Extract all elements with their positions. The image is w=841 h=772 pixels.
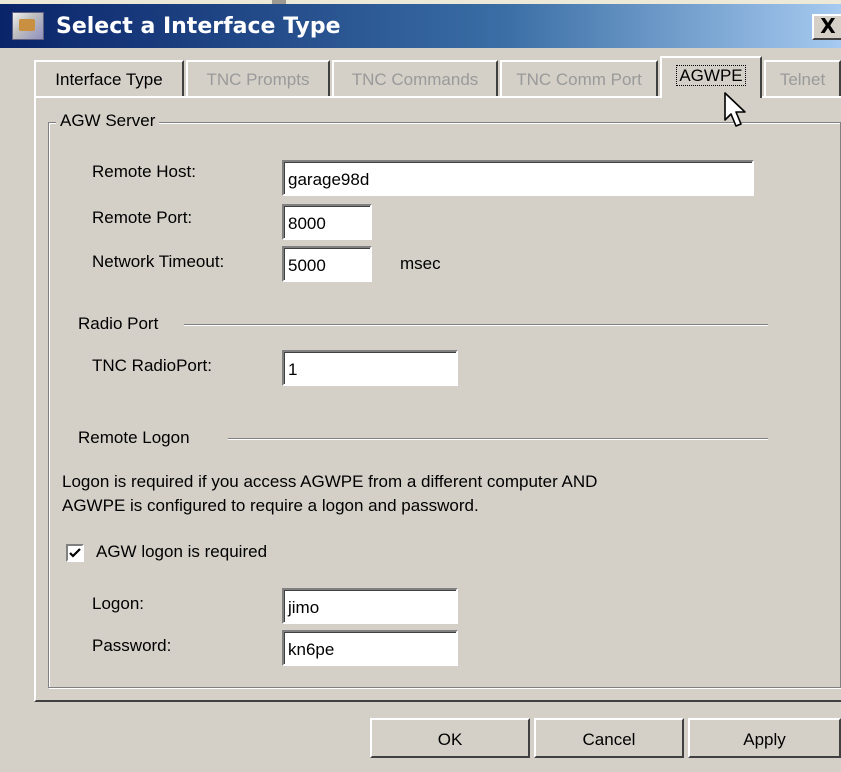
- agw-logon-required-checkbox[interactable]: [66, 544, 84, 562]
- title-bar[interactable]: Select a Interface Type X: [0, 4, 841, 48]
- remote-port-input[interactable]: 8000: [282, 204, 372, 240]
- tnc-radioport-input[interactable]: 1: [282, 350, 458, 386]
- logon-label: Logon:: [92, 594, 144, 613]
- radio-port-section-label: Radio Port: [78, 314, 159, 333]
- remote-logon-separator: [228, 438, 768, 440]
- tab-label: Telnet: [779, 70, 826, 89]
- tab-label: Interface Type: [55, 70, 163, 89]
- checkmark-icon: [69, 548, 81, 558]
- close-button[interactable]: X: [812, 14, 841, 40]
- remote-host-input[interactable]: garage98d: [282, 160, 754, 196]
- password-label: Password:: [92, 636, 172, 655]
- agw-logon-required-label[interactable]: AGW logon is required: [96, 542, 267, 562]
- logon-input[interactable]: jimo: [282, 588, 458, 624]
- ok-button[interactable]: OK: [370, 718, 530, 758]
- remote-host-label: Remote Host:: [92, 162, 196, 181]
- tab-label: TNC Prompts: [206, 70, 310, 89]
- radio-port-separator: [184, 324, 768, 326]
- close-icon: X: [820, 14, 836, 38]
- app-icon: [12, 12, 44, 40]
- remote-logon-section-label: Remote Logon: [78, 428, 190, 447]
- window-title: Select a Interface Type: [56, 14, 341, 39]
- tab-interface-type[interactable]: Interface Type: [34, 60, 184, 96]
- apply-button[interactable]: Apply: [688, 718, 841, 758]
- logon-info-line2: AGWPE is configured to require a logon a…: [62, 496, 479, 515]
- password-input[interactable]: kn6pe: [282, 630, 458, 666]
- tab-telnet: Telnet: [764, 60, 841, 96]
- network-timeout-unit: msec: [400, 254, 441, 273]
- network-timeout-label: Network Timeout:: [92, 252, 225, 271]
- tab-tnc-commands: TNC Commands: [332, 60, 498, 96]
- network-timeout-input[interactable]: 5000: [282, 246, 372, 282]
- cancel-button[interactable]: Cancel: [534, 718, 684, 758]
- tab-label: TNC Commands: [351, 70, 479, 89]
- tab-tnc-comm-port: TNC Comm Port: [500, 60, 658, 96]
- remote-port-label: Remote Port:: [92, 208, 193, 227]
- tab-tnc-prompts: TNC Prompts: [186, 60, 330, 96]
- mouse-cursor-icon: [724, 92, 746, 127]
- tnc-radioport-label: TNC RadioPort:: [92, 356, 212, 375]
- agw-server-group-label: AGW Server: [56, 111, 160, 131]
- tab-label: TNC Comm Port: [516, 70, 642, 89]
- tab-label: AGWPE: [676, 65, 746, 86]
- logon-info-line1: Logon is required if you access AGWPE fr…: [62, 472, 598, 491]
